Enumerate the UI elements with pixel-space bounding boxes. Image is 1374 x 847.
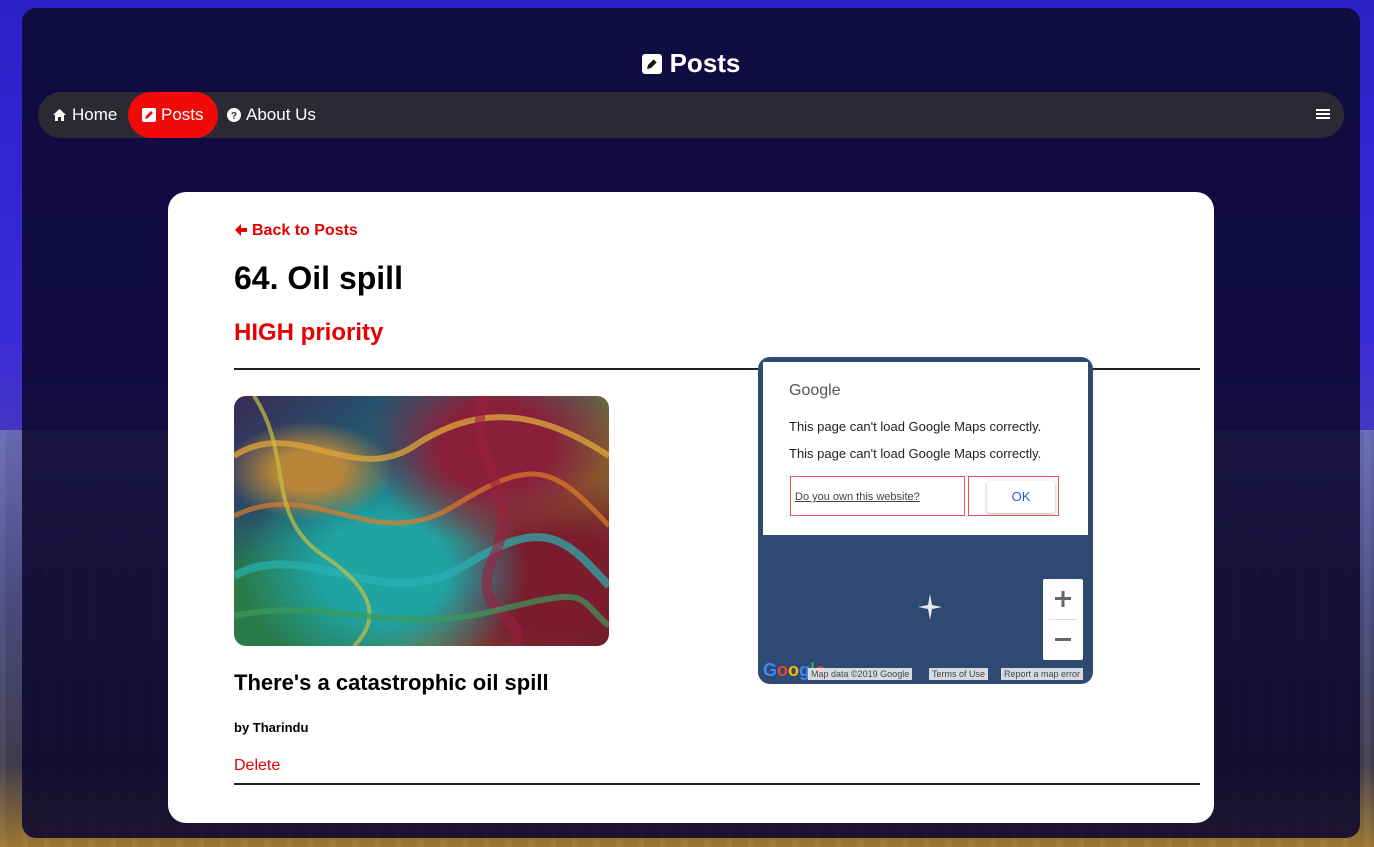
back-to-posts-link[interactable]: Back to Posts (234, 222, 358, 240)
terms-of-use-link[interactable]: Terms of Use (929, 668, 989, 680)
page-title-text: Posts (669, 48, 741, 78)
plus-icon (1055, 591, 1071, 607)
map-data-credit: Map data ©2019 Google (808, 668, 913, 680)
post-image (234, 396, 609, 646)
arrow-left-icon (235, 224, 247, 236)
back-link-label: Back to Posts (252, 222, 358, 239)
main-navbar: Home Posts ? About Us (38, 92, 1344, 138)
map-zoom-control (1043, 579, 1083, 660)
home-icon (53, 109, 66, 121)
sparkle-icon (918, 594, 942, 625)
question-circle-icon: ? (227, 108, 241, 122)
svg-text:?: ? (231, 111, 237, 122)
report-map-error-link[interactable]: Report a map error (1001, 668, 1084, 680)
edit-icon (641, 54, 662, 74)
delete-button[interactable]: Delete (234, 757, 280, 775)
nav-item-label: Home (72, 105, 118, 124)
zoom-out-button[interactable] (1043, 620, 1083, 660)
zoom-in-button[interactable] (1043, 579, 1083, 619)
post-author: by Tharindu (234, 720, 309, 735)
divider (234, 783, 1200, 785)
post-title: 64. Oil spill (234, 260, 403, 296)
nav-item-home[interactable]: Home (38, 92, 131, 138)
map-error-message: This page can't load Google Maps correct… (789, 419, 1042, 434)
google-logo: Google (789, 382, 841, 399)
hamburger-menu-icon[interactable] (1316, 107, 1330, 126)
own-website-link[interactable]: Do you own this website? (790, 476, 965, 516)
map-widget[interactable]: Google This page can't load Google Maps … (758, 357, 1093, 684)
minus-icon (1055, 638, 1071, 641)
map-error-dialog: Google This page can't load Google Maps … (763, 362, 1088, 535)
post-headline: There's a catastrophic oil spill (234, 670, 549, 695)
nav-item-label: Posts (161, 105, 204, 124)
map-ok-button[interactable]: OK (968, 476, 1059, 516)
map-error-message: This page can't load Google Maps correct… (789, 446, 1042, 461)
edit-icon (142, 108, 156, 122)
map-footer: Google Map data ©2019 Google Terms of Us… (758, 660, 1093, 684)
nav-item-posts[interactable]: Posts (128, 92, 218, 138)
nav-item-about-us[interactable]: ? About Us (213, 92, 330, 138)
priority-label: HIGH priority (234, 319, 384, 346)
page-title: Posts (22, 48, 1360, 79)
nav-item-label: About Us (246, 105, 316, 124)
map-ok-label: OK (987, 481, 1055, 513)
